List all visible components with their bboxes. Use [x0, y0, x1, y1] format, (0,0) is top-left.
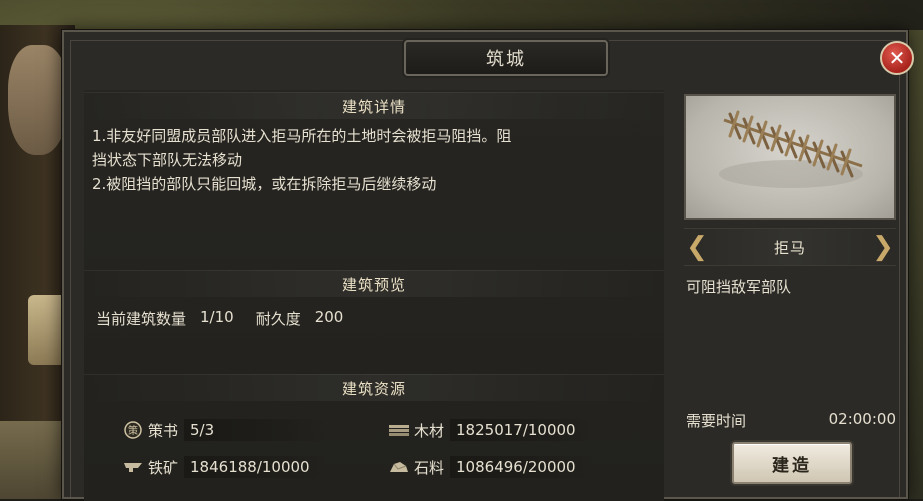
resources-header: 建筑资源: [84, 374, 664, 401]
details-line: 2.被阻挡的部队只能回城，或在拆除拒马后继续移动: [92, 175, 437, 193]
count-label: 当前建筑数量: [96, 310, 187, 328]
resource-iron: 铁矿 1846188/10000: [122, 454, 327, 480]
iron-icon: [122, 458, 144, 476]
resource-value: 1846188/10000: [184, 456, 327, 478]
details-line: 1.非友好同盟成员部队进入拒马所在的土地时会被拒马阻挡。阻: [92, 127, 512, 145]
resource-stone: 石料 1086496/20000: [388, 454, 593, 480]
build-time-row: 需要时间 02:00:00: [686, 410, 896, 431]
prev-building-button[interactable]: ❮: [684, 230, 710, 264]
resource-label: 石料: [414, 458, 445, 477]
building-description: 可阻挡敌军部队: [686, 278, 792, 296]
time-label: 需要时间: [686, 412, 747, 430]
town-thumbnail: [0, 421, 70, 499]
time-value: 02:00:00: [828, 410, 896, 428]
resource-wood: 木材 1825017/10000: [388, 417, 593, 443]
resource-label: 铁矿: [148, 458, 179, 477]
building-image: [684, 94, 896, 220]
count-value: 1/10: [200, 308, 234, 326]
next-building-button[interactable]: ❯: [870, 230, 896, 264]
construct-dialog: 筑城 ✕ 建筑详情 1.非友好同盟成员部队进入拒马所在的土地时会被拒马阻挡。阻 …: [62, 30, 914, 501]
preview-header: 建筑预览: [84, 270, 664, 297]
close-button[interactable]: ✕: [880, 41, 914, 75]
building-selector: ❮ 拒马 ❯: [684, 228, 896, 266]
build-button[interactable]: 建造: [732, 442, 852, 484]
durability-label: 耐久度: [255, 310, 301, 328]
wood-icon: [388, 421, 410, 439]
info-panel: 建筑详情 1.非友好同盟成员部队进入拒马所在的土地时会被拒马阻挡。阻 挡状态下部…: [84, 90, 664, 501]
resource-scroll: 策 策书 5/3: [122, 417, 327, 443]
resource-value: 5/3: [184, 419, 327, 441]
resource-value: 1825017/10000: [450, 419, 593, 441]
resource-label: 木材: [414, 421, 445, 440]
dialog-title: 筑城: [404, 40, 608, 76]
resource-label: 策书: [148, 421, 179, 440]
details-line: 挡状态下部队无法移动: [92, 151, 243, 169]
preview-row: 当前建筑数量 1/10 耐久度 200: [96, 308, 343, 329]
scroll-icon: 策: [122, 421, 144, 439]
details-header: 建筑详情: [84, 92, 664, 119]
building-name: 拒马: [773, 238, 806, 257]
stone-icon: [388, 458, 410, 476]
durability-value: 200: [314, 308, 344, 326]
building-panel: ❮ 拒马 ❯ 可阻挡敌军部队 需要时间 02:00:00 建造: [684, 94, 896, 501]
close-icon: ✕: [888, 46, 906, 70]
resource-value: 1086496/20000: [450, 456, 593, 478]
details-text: 1.非友好同盟成员部队进入拒马所在的土地时会被拒马阻挡。阻 挡状态下部队无法移动…: [92, 124, 652, 196]
svg-text:策: 策: [128, 424, 138, 437]
